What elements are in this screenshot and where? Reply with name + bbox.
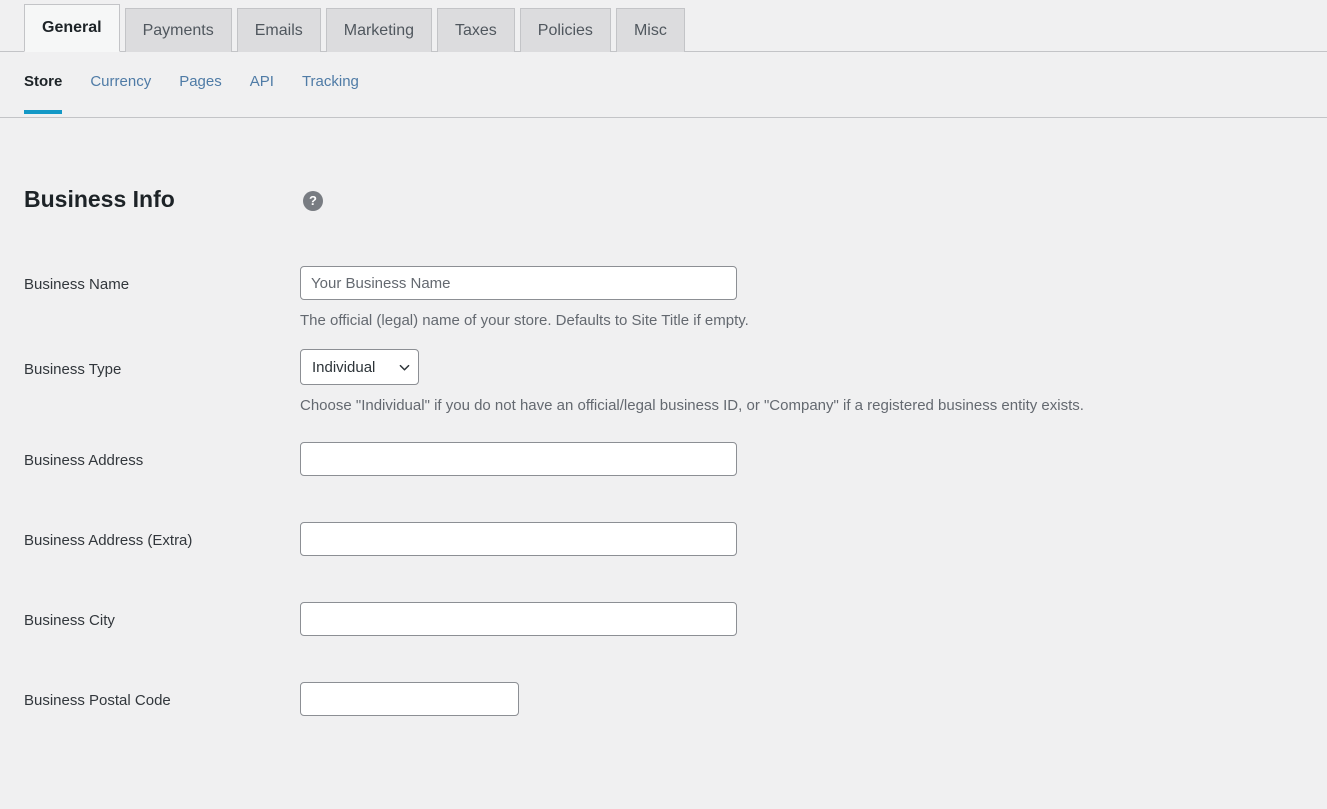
tab-label: Policies bbox=[537, 21, 593, 39]
field-business-address-extra: Business Address (Extra) bbox=[0, 505, 1327, 585]
field-control-business-type: Individual bbox=[300, 349, 419, 385]
field-business-type: Business Type Individual Choose "Individ… bbox=[0, 319, 1327, 425]
business-type-selected-value: Individual bbox=[312, 358, 376, 376]
field-label-business-postal-code: Business Postal Code bbox=[24, 692, 171, 709]
field-control-business-name bbox=[300, 266, 737, 300]
subnav-item-api[interactable]: API bbox=[250, 52, 274, 107]
primary-tab-bar: General Payments Emails Marketing Taxes … bbox=[0, 0, 1327, 52]
business-type-select[interactable]: Individual bbox=[300, 349, 419, 385]
subnav-label: Pages bbox=[179, 73, 222, 90]
help-icon[interactable]: ? bbox=[303, 191, 323, 211]
field-label-business-address-extra: Business Address (Extra) bbox=[24, 532, 193, 549]
field-label-business-name: Business Name bbox=[24, 276, 130, 293]
tab-payments[interactable]: Payments bbox=[124, 8, 232, 52]
subnav-label: API bbox=[249, 73, 274, 90]
subnav-item-currency[interactable]: Currency bbox=[90, 52, 151, 107]
field-control-business-address-extra bbox=[300, 522, 737, 556]
field-business-name: Business Name The official (legal) name … bbox=[0, 218, 1327, 328]
tab-label: Misc bbox=[633, 21, 667, 39]
secondary-nav: Store Currency Pages API Tracking bbox=[0, 52, 1327, 118]
business-name-input[interactable] bbox=[300, 266, 737, 300]
subnav-item-store[interactable]: Store bbox=[24, 52, 63, 114]
tab-label: Payments bbox=[142, 21, 214, 39]
field-control-business-address bbox=[300, 442, 737, 476]
subnav-label: Currency bbox=[90, 73, 152, 90]
field-control-business-city bbox=[300, 602, 737, 636]
field-business-address: Business Address bbox=[0, 425, 1327, 505]
field-business-city: Business City bbox=[0, 585, 1327, 665]
subnav-item-tracking[interactable]: Tracking bbox=[302, 52, 359, 107]
business-postal-code-input[interactable] bbox=[300, 682, 519, 716]
business-address-extra-input[interactable] bbox=[300, 522, 737, 556]
subnav-label: Tracking bbox=[301, 73, 359, 90]
field-label-business-address: Business Address bbox=[24, 452, 144, 469]
field-control-business-postal-code bbox=[300, 682, 519, 716]
tab-general[interactable]: General bbox=[24, 4, 120, 52]
settings-form: Business Info ? Business Name The offici… bbox=[0, 118, 1327, 745]
field-label-business-type: Business Type bbox=[24, 361, 122, 378]
subnav-label: Store bbox=[24, 73, 63, 90]
tab-label: Marketing bbox=[343, 21, 414, 39]
page-title: Business Info bbox=[24, 186, 175, 212]
tab-misc[interactable]: Misc bbox=[615, 8, 685, 52]
tab-label: General bbox=[42, 19, 102, 36]
tab-label: Emails bbox=[254, 21, 303, 39]
tab-policies[interactable]: Policies bbox=[519, 8, 611, 52]
tab-marketing[interactable]: Marketing bbox=[325, 8, 432, 52]
tab-taxes[interactable]: Taxes bbox=[437, 8, 515, 52]
tab-emails[interactable]: Emails bbox=[236, 8, 321, 52]
subnav-item-pages[interactable]: Pages bbox=[179, 52, 222, 107]
field-label-business-city: Business City bbox=[24, 612, 115, 629]
field-business-postal-code: Business Postal Code bbox=[0, 665, 1327, 745]
section-header: Business Info ? bbox=[0, 118, 1327, 218]
chevron-down-icon bbox=[399, 364, 410, 371]
field-description-business-type: Choose "Individual" if you do not have a… bbox=[300, 397, 1084, 414]
business-address-input[interactable] bbox=[300, 442, 737, 476]
business-city-input[interactable] bbox=[300, 602, 737, 636]
tab-label: Taxes bbox=[455, 21, 497, 39]
